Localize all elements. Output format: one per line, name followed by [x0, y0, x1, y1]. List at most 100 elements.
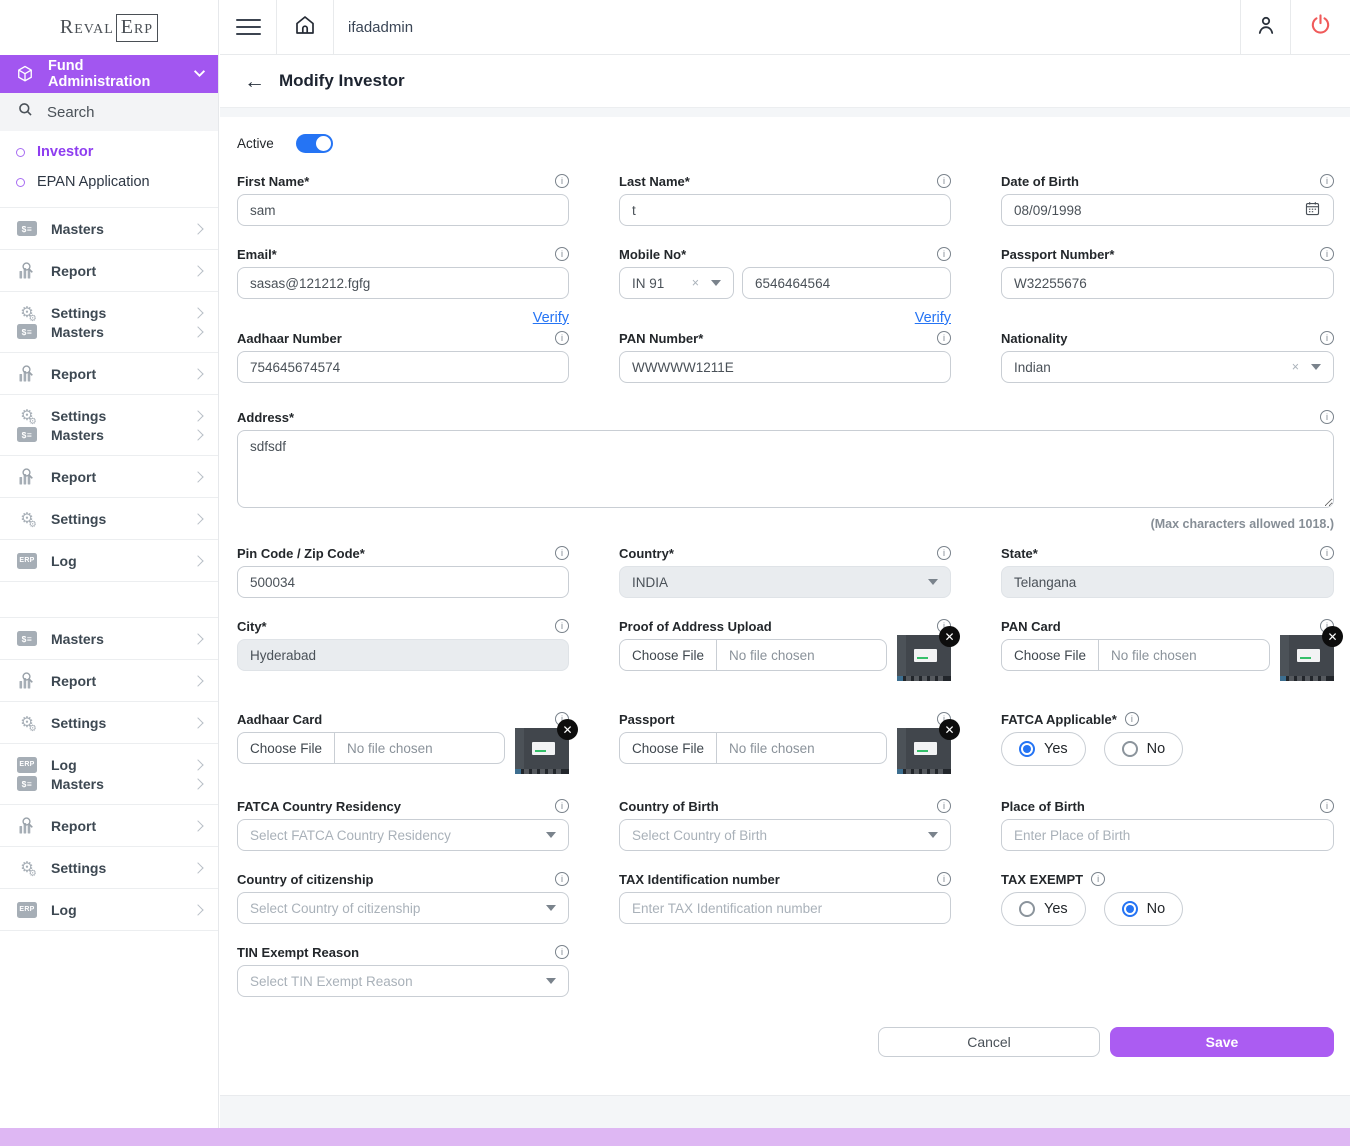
active-toggle[interactable]	[296, 134, 333, 153]
info-icon[interactable]: i	[555, 872, 569, 886]
sidebar-item-settings[interactable]: ⚙⚙Settings	[0, 509, 218, 528]
remove-file-icon[interactable]: ✕	[939, 719, 960, 740]
sidebar-item-report[interactable]: Report	[0, 261, 218, 280]
country-of-birth-select[interactable]: Select Country of Birth	[619, 819, 951, 851]
aadhaar-number-input[interactable]	[237, 351, 569, 383]
mobile-number-input[interactable]	[742, 267, 951, 299]
remove-file-icon[interactable]: ✕	[939, 626, 960, 647]
proof-of-address-thumbnail[interactable]: ✕	[897, 635, 951, 681]
tax-exempt-no-radio[interactable]: No	[1104, 892, 1184, 926]
info-icon[interactable]: i	[1320, 799, 1334, 813]
info-icon[interactable]: i	[555, 247, 569, 261]
choose-file-button[interactable]: Choose File	[238, 733, 335, 763]
clear-icon[interactable]: ×	[692, 276, 711, 290]
fatca-no-radio[interactable]: No	[1104, 732, 1184, 766]
choose-file-button[interactable]: Choose File	[620, 733, 717, 763]
cancel-button[interactable]: Cancel	[878, 1027, 1100, 1057]
file-status: No file chosen	[1099, 640, 1209, 670]
sidebar-item-masters[interactable]: $≡Masters	[0, 774, 218, 793]
sidebar-item-masters[interactable]: $≡Masters	[0, 425, 218, 444]
aadhaar-card-thumbnail[interactable]: ✕	[515, 728, 569, 774]
profile-button[interactable]	[1240, 0, 1290, 54]
info-icon[interactable]: i	[937, 174, 951, 188]
info-icon[interactable]: i	[1320, 174, 1334, 188]
info-icon[interactable]: i	[1320, 546, 1334, 560]
pin-code-input[interactable]	[237, 566, 569, 598]
sidebar-item-investor[interactable]: Investor	[0, 137, 218, 167]
sidebar-item-settings[interactable]: ⚙⚙Settings	[0, 713, 218, 732]
sidebar-item-settings[interactable]: ⚙⚙Settings	[0, 406, 218, 425]
logout-button[interactable]	[1290, 0, 1350, 54]
sidebar-item-report[interactable]: Report	[0, 816, 218, 835]
passport-number-input[interactable]	[1001, 267, 1334, 299]
sidebar-item-log[interactable]: ERPLog	[0, 551, 218, 570]
save-button[interactable]: Save	[1110, 1027, 1334, 1057]
passport-thumbnail[interactable]: ✕	[897, 728, 951, 774]
choose-file-button[interactable]: Choose File	[1002, 640, 1099, 670]
info-icon[interactable]: i	[937, 247, 951, 261]
info-icon[interactable]: i	[555, 331, 569, 345]
email-input[interactable]	[237, 267, 569, 299]
bullet-icon	[16, 148, 25, 157]
choose-file-button[interactable]: Choose File	[620, 640, 717, 670]
tin-exempt-reason-select[interactable]: Select TIN Exempt Reason	[237, 965, 569, 997]
sidebar-item-label: Log	[51, 757, 77, 773]
menu-toggle-button[interactable]	[220, 0, 277, 54]
home-button[interactable]	[277, 0, 334, 54]
sidebar-item-log[interactable]: ERPLog	[0, 900, 218, 919]
info-icon[interactable]: i	[1091, 872, 1105, 886]
search-input[interactable]	[47, 104, 187, 121]
module-selector[interactable]: Fund Administration	[0, 55, 218, 93]
citizenship-select[interactable]: Select Country of citizenship	[237, 892, 569, 924]
nationality-select[interactable]: Indian ×	[1001, 351, 1334, 383]
info-icon[interactable]: i	[555, 174, 569, 188]
back-arrow-icon[interactable]: ←	[244, 71, 265, 92]
info-icon[interactable]: i	[1320, 410, 1334, 424]
sidebar-item-report[interactable]: Report	[0, 671, 218, 690]
place-of-birth-input[interactable]	[1001, 819, 1334, 851]
address-textarea[interactable]: sdfsdf	[237, 430, 1334, 508]
info-icon[interactable]: i	[555, 546, 569, 560]
dob-input[interactable]: 08/09/1998	[1001, 194, 1334, 226]
first-name-input[interactable]	[237, 194, 569, 226]
file-status: No file chosen	[717, 640, 827, 670]
proof-of-address-file-input[interactable]: Choose File No file chosen	[619, 639, 887, 671]
info-icon[interactable]: i	[937, 872, 951, 886]
info-icon[interactable]: i	[937, 799, 951, 813]
remove-file-icon[interactable]: ✕	[557, 719, 578, 740]
pan-number-input[interactable]	[619, 351, 951, 383]
sidebar-item-settings[interactable]: ⚙⚙Settings	[0, 303, 218, 322]
sidebar-menu-group: Report	[0, 250, 218, 292]
sidebar-item-report[interactable]: Report	[0, 364, 218, 383]
sidebar-item-epan-application[interactable]: EPAN Application	[0, 167, 218, 197]
pan-card-file-input[interactable]: Choose File No file chosen	[1001, 639, 1270, 671]
mobile-country-select[interactable]: IN 91 ×	[619, 267, 734, 299]
verify-mobile-link[interactable]: Verify	[915, 310, 951, 326]
tax-exempt-yes-radio[interactable]: Yes	[1001, 892, 1086, 926]
info-icon[interactable]: i	[555, 619, 569, 633]
sidebar-item-masters[interactable]: $≡Masters	[0, 322, 218, 341]
fatca-country-select[interactable]: Select FATCA Country Residency	[237, 819, 569, 851]
aadhaar-card-file-input[interactable]: Choose File No file chosen	[237, 732, 505, 764]
info-icon[interactable]: i	[555, 799, 569, 813]
info-icon[interactable]: i	[1320, 247, 1334, 261]
sidebar-item-settings[interactable]: ⚙⚙Settings	[0, 858, 218, 877]
info-icon[interactable]: i	[555, 945, 569, 959]
sidebar-item-log[interactable]: ERPLog	[0, 755, 218, 774]
info-icon[interactable]: i	[937, 546, 951, 560]
passport-file-input[interactable]: Choose File No file chosen	[619, 732, 887, 764]
tax-id-input[interactable]	[619, 892, 951, 924]
calendar-icon[interactable]	[1304, 200, 1321, 220]
info-icon[interactable]: i	[1125, 712, 1139, 726]
info-icon[interactable]: i	[1320, 331, 1334, 345]
sidebar-item-masters[interactable]: $≡Masters	[0, 629, 218, 648]
sidebar-item-masters[interactable]: $≡Masters	[0, 219, 218, 238]
sidebar-item-report[interactable]: Report	[0, 467, 218, 486]
last-name-input[interactable]	[619, 194, 951, 226]
fatca-yes-radio[interactable]: Yes	[1001, 732, 1086, 766]
remove-file-icon[interactable]: ✕	[1322, 626, 1343, 647]
pan-card-thumbnail[interactable]: ✕	[1280, 635, 1334, 681]
info-icon[interactable]: i	[937, 331, 951, 345]
clear-icon[interactable]: ×	[1292, 360, 1311, 374]
verify-email-link[interactable]: Verify	[533, 310, 569, 326]
